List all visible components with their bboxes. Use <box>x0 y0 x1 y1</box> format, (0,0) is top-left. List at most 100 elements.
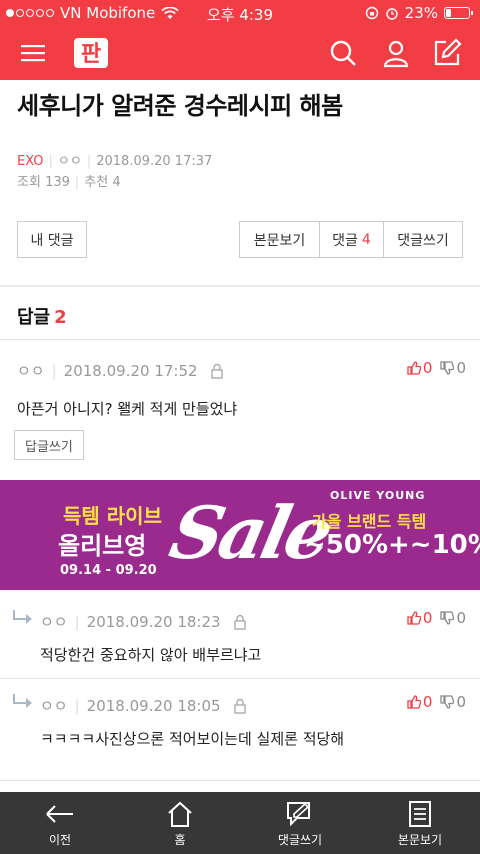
reply-button-label: 답글쓰기 <box>25 439 73 455</box>
user-icon[interactable] <box>381 38 411 68</box>
nav-home[interactable]: 홈 <box>120 792 240 854</box>
screen: VN Mobifone 오후 4:39 23% 판 세후니가 알려준 경수레시피… <box>0 0 480 854</box>
downvote-button[interactable]: 0 <box>440 359 466 377</box>
ad-line2: 올리브영 <box>58 532 147 560</box>
comment-votes: 0 0 <box>407 359 466 377</box>
pann-logo[interactable]: 판 <box>72 34 110 72</box>
comment-meta: ㅇㅇ | 2018.09.20 17:52 <box>17 360 224 381</box>
post-author: ㅇㅇ <box>57 154 82 169</box>
comment-text: ㅋㅋㅋㅋ사진상으론 적어보이는데 실제론 적당해 <box>40 730 345 748</box>
ad-banner[interactable]: 득템 라이브 올리브영 09.14 - 09.20 Sale OLIVE YOU… <box>0 480 480 590</box>
lock-icon[interactable] <box>233 614 247 630</box>
views-label: 조회 <box>17 175 41 190</box>
lock-icon[interactable] <box>210 363 224 379</box>
back-arrow-icon <box>46 805 73 823</box>
comment-text: 적당한건 중요하지 않아 배부르냐고 <box>40 646 262 664</box>
downvote-button[interactable]: 0 <box>440 609 466 627</box>
post-category[interactable]: EXO <box>17 154 44 169</box>
reply-arrow-icon <box>13 694 32 708</box>
reply-arrow-icon <box>13 610 32 624</box>
app-header: 판 <box>0 26 480 80</box>
comments-label: 댓글 <box>332 232 358 249</box>
thumbs-down-icon <box>440 695 455 709</box>
view-post-label: 본문보기 <box>253 232 306 249</box>
status-bar: VN Mobifone 오후 4:39 23% <box>0 0 480 26</box>
upvote-count: 0 <box>422 359 433 377</box>
recommend-count: 4 <box>112 175 121 190</box>
bottom-nav: 이전 홈 댓글쓰기 본문보기 <box>0 792 480 854</box>
home-icon <box>168 801 192 827</box>
nav-home-label: 홈 <box>174 833 186 847</box>
edit-icon[interactable] <box>432 38 462 68</box>
nav-write-comment-label: 댓글쓰기 <box>277 833 323 847</box>
divider <box>0 780 480 781</box>
nav-back[interactable]: 이전 <box>0 792 120 854</box>
comment-datetime: 2018.09.20 18:23 <box>86 612 221 631</box>
comment-author: ㅇㅇ <box>17 362 45 380</box>
replies-heading: 답글 2 <box>17 303 67 329</box>
nav-write-comment[interactable]: 댓글쓰기 <box>240 792 360 854</box>
upvote-count: 0 <box>422 693 433 711</box>
nav-back-label: 이전 <box>48 833 72 847</box>
upvote-button[interactable]: 0 <box>407 359 433 377</box>
ad-dates: 09.14 - 09.20 <box>60 563 157 578</box>
view-post-button[interactable]: 본문보기 <box>240 222 320 257</box>
lock-rotation-icon <box>365 6 378 20</box>
post-title: 세후니가 알려준 경수레시피 해봄 <box>17 92 343 120</box>
write-comment-label: 댓글쓰기 <box>397 232 449 249</box>
document-icon <box>409 801 431 827</box>
recommend-label: 추천 <box>84 175 109 190</box>
divider <box>0 678 480 679</box>
downvote-button[interactable]: 0 <box>440 693 466 711</box>
comment-datetime: 2018.09.20 17:52 <box>63 361 198 380</box>
downvote-count: 0 <box>456 609 466 627</box>
thumbs-up-icon <box>407 611 421 625</box>
comment-datetime: 2018.09.20 18:05 <box>86 696 221 715</box>
thumbs-up-icon <box>407 695 421 709</box>
my-comments-button[interactable]: 내 댓글 <box>17 221 87 258</box>
divider <box>0 339 480 340</box>
views-count: 139 <box>45 175 70 190</box>
ad-discount: ~50%+~10% <box>304 530 480 560</box>
my-comments-label: 내 댓글 <box>30 232 74 249</box>
comment-votes: 0 0 <box>407 609 466 627</box>
post-meta: EXO | ㅇㅇ | 2018.09.20 17:37 조회 139 | 추천 4 <box>17 154 213 190</box>
comment-votes: 0 0 <box>407 693 466 711</box>
comment-meta: ㅇㅇ | 2018.09.20 18:23 <box>40 611 247 632</box>
post-datetime: 2018.09.20 17:37 <box>96 154 213 169</box>
search-icon[interactable] <box>328 38 358 68</box>
replies-count: 2 <box>54 307 67 328</box>
status-right: 23% <box>365 4 473 22</box>
upvote-button[interactable]: 0 <box>407 609 433 627</box>
upvote-button[interactable]: 0 <box>407 693 433 711</box>
thumbs-up-icon <box>407 361 421 375</box>
thumbs-down-icon <box>440 361 455 375</box>
comments-button[interactable]: 댓글 4 <box>320 222 384 257</box>
hamburger-icon[interactable] <box>18 38 48 68</box>
comment-author: ㅇㅇ <box>40 613 68 631</box>
comment-meta: ㅇㅇ | 2018.09.20 18:05 <box>40 695 247 716</box>
battery-percent: 23% <box>404 4 438 22</box>
comment-text: 아픈거 아니지? 왤케 적게 만들었냐 <box>17 400 238 418</box>
divider <box>0 285 480 287</box>
post-actions: 본문보기 댓글 4 댓글쓰기 <box>239 221 463 258</box>
thumbs-down-icon <box>440 611 455 625</box>
svg-text:판: 판 <box>81 42 101 67</box>
ad-brand: OLIVE YOUNG <box>330 489 426 502</box>
nav-view-post-label: 본문보기 <box>397 833 443 847</box>
battery-icon <box>444 7 473 19</box>
downvote-count: 0 <box>456 359 466 377</box>
alarm-icon <box>385 8 398 20</box>
reply-button[interactable]: 답글쓰기 <box>14 430 84 460</box>
nav-view-post[interactable]: 본문보기 <box>360 792 480 854</box>
ad-promo: 가을 브랜드 득템 <box>312 512 427 531</box>
upvote-count: 0 <box>422 609 433 627</box>
write-comment-button[interactable]: 댓글쓰기 <box>384 222 462 257</box>
comment-author: ㅇㅇ <box>40 697 68 715</box>
downvote-count: 0 <box>456 693 466 711</box>
replies-label: 답글 <box>17 307 51 328</box>
write-comment-icon <box>287 802 310 827</box>
lock-icon[interactable] <box>233 698 247 714</box>
comments-count: 4 <box>361 231 371 248</box>
ad-line1: 득템 라이브 <box>63 504 162 528</box>
